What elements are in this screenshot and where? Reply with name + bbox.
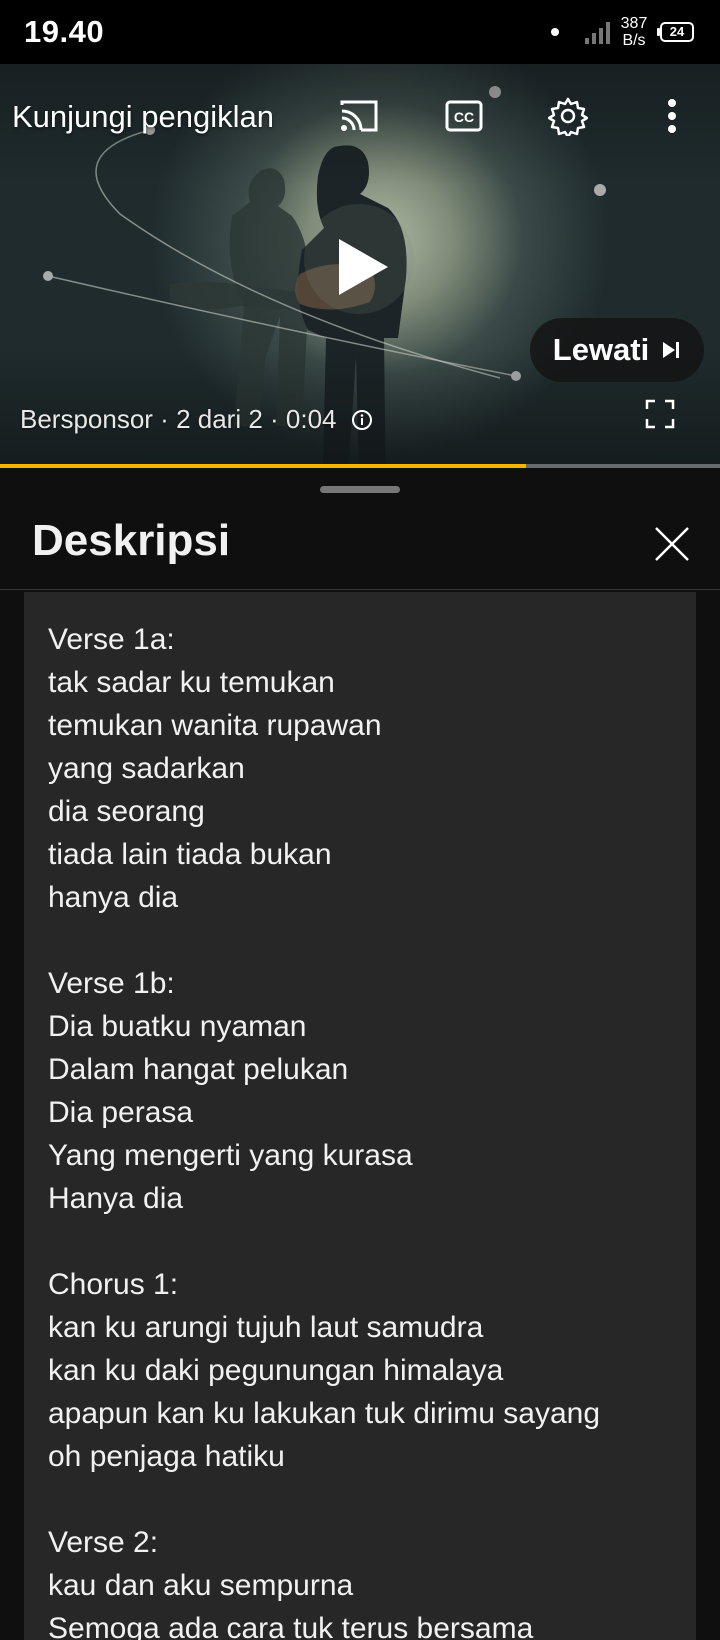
sponsored-label: Bersponsor · 2 dari 2 · 0:04 xyxy=(20,404,337,434)
fullscreen-icon[interactable] xyxy=(645,399,675,429)
description-blank-line xyxy=(48,1478,688,1521)
status-time: 19.40 xyxy=(24,14,105,49)
network-speed: 387 B/s xyxy=(617,15,651,49)
video-player[interactable]: Kunjungi pengiklan CC Lewati Bersponsor … xyxy=(0,64,720,468)
description-line: tiada lain tiada bukan xyxy=(48,838,332,871)
description-line: Yang mengerti yang kurasa xyxy=(48,1139,413,1172)
description-line: dia seorang xyxy=(48,795,205,828)
description-title: Deskripsi xyxy=(32,516,231,565)
notification-dot-icon xyxy=(551,28,559,36)
description-text: Verse 1a: tak sadar ku temukan temukan wan… xyxy=(48,618,688,1640)
skip-next-icon xyxy=(663,342,680,358)
description-line: Verse 1a: xyxy=(48,623,175,656)
close-button[interactable] xyxy=(646,518,698,570)
settings-gear-icon[interactable] xyxy=(544,92,592,140)
skip-ad-button[interactable]: Lewati xyxy=(530,318,704,382)
network-speed-unit: B/s xyxy=(622,32,646,49)
ad-progress-bar[interactable] xyxy=(0,464,720,468)
skip-ad-label: Lewati xyxy=(552,332,650,367)
description-line: tak sadar ku temukan xyxy=(48,666,335,699)
visit-advertiser-link[interactable]: Kunjungi pengiklan xyxy=(12,99,274,135)
close-icon xyxy=(655,527,689,561)
description-blank-line xyxy=(48,919,688,962)
description-line: Dia buatku nyaman xyxy=(48,1010,307,1043)
status-bar: 19.40 387 B/s 24 xyxy=(0,0,720,64)
description-line: Hanya dia xyxy=(48,1182,184,1215)
description-line: yang sadarkan xyxy=(48,752,245,785)
network-speed-value: 387 xyxy=(620,15,648,32)
captions-icon[interactable]: CC xyxy=(440,92,488,140)
battery-icon: 24 xyxy=(660,22,694,42)
description-sheet: Deskripsi Verse 1a: tak sadar ku temukan t… xyxy=(0,470,720,1640)
more-vert-icon[interactable] xyxy=(648,92,696,140)
description-line: oh penjaga hatiku xyxy=(48,1440,285,1473)
description-line: Verse 1b: xyxy=(48,967,175,1000)
ad-progress-fill xyxy=(0,464,526,468)
drag-handle[interactable] xyxy=(320,486,400,493)
play-icon[interactable] xyxy=(335,236,391,298)
signal-strength-icon xyxy=(585,22,610,44)
description-line: kan ku arungi tujuh laut samudra xyxy=(48,1311,484,1344)
description-line: temukan wanita rupawan xyxy=(48,709,382,742)
description-line: Dia perasa xyxy=(48,1096,194,1129)
description-line: Chorus 1: xyxy=(48,1268,179,1301)
description-line: apapun kan ku lakukan tuk dirimu sayang xyxy=(48,1397,601,1430)
sheet-divider xyxy=(0,589,720,590)
description-blank-line xyxy=(48,1220,688,1263)
description-body[interactable]: Verse 1a: tak sadar ku temukan temukan wan… xyxy=(24,592,696,1640)
description-line: kau dan aku sempurna xyxy=(48,1569,354,1602)
description-line: Dalam hangat pelukan xyxy=(48,1053,349,1086)
svg-text:CC: CC xyxy=(454,109,474,125)
description-line: hanya dia xyxy=(48,881,179,914)
description-line: Verse 2: xyxy=(48,1526,159,1559)
sponsored-info: Bersponsor · 2 dari 2 · 0:04 xyxy=(20,404,373,435)
description-line: Semoga ada cara tuk terus bersama xyxy=(48,1612,534,1640)
description-line: kan ku daki pegunungan himalaya xyxy=(48,1354,504,1387)
battery-level: 24 xyxy=(669,24,685,39)
info-icon[interactable] xyxy=(351,409,373,431)
cast-icon[interactable] xyxy=(335,92,383,140)
